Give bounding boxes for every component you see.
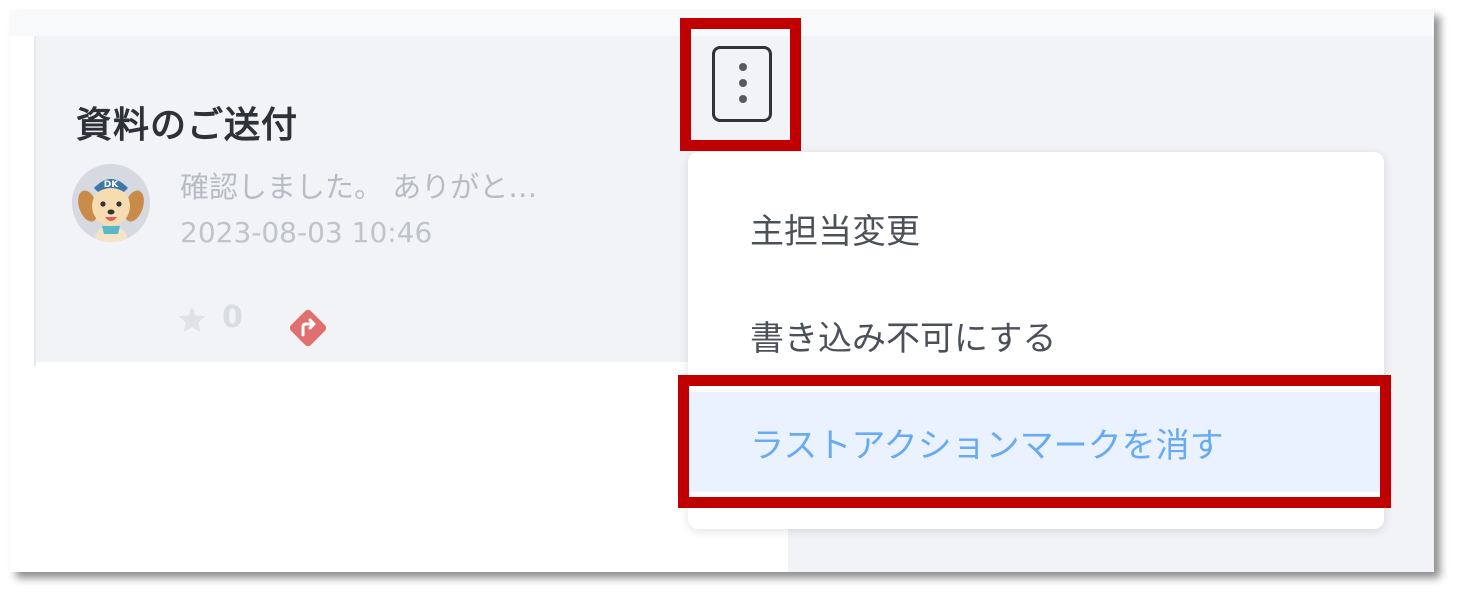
star-icon[interactable]: [176, 304, 208, 336]
menu-item-make-read-only[interactable]: 書き込み不可にする: [688, 285, 1384, 385]
conversation-card[interactable]: 資料のご送付 DK 確認しました。 ありがと… 2023-08-03 10:46: [36, 36, 788, 362]
avatar-cap-text: DK: [104, 180, 119, 190]
highlight-box-menu-item: [678, 375, 1391, 508]
message-timestamp: 2023-08-03 10:46: [180, 216, 433, 249]
app-frame: 資料のご送付 DK 確認しました。 ありがと… 2023-08-03 10:46: [10, 10, 1434, 572]
action-mark-icon[interactable]: [284, 304, 332, 352]
highlight-box-more-button: [680, 18, 801, 151]
menu-item-change-owner[interactable]: 主担当変更: [688, 178, 1384, 278]
conversation-title: 資料のご送付: [76, 105, 299, 146]
avatar-dog-icon: DK: [72, 164, 150, 242]
star-count: 0: [222, 300, 243, 335]
avatar: DK: [72, 164, 150, 242]
message-preview: 確認しました。 ありがと…: [180, 170, 538, 204]
